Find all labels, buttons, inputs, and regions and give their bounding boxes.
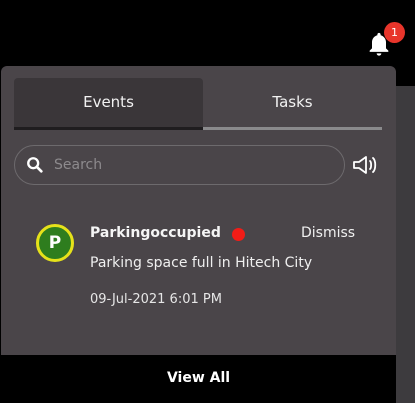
tab-tasks-indicator (203, 127, 382, 130)
top-bar (0, 0, 415, 66)
speaker-icon[interactable] (351, 153, 379, 177)
view-all-button[interactable]: View All (1, 355, 396, 403)
event-description: Parking space full in Hitech City (90, 255, 313, 271)
event-timestamp: 09-Jul-2021 6:01 PM (90, 292, 222, 307)
search-icon (27, 157, 43, 173)
tab-events-indicator (14, 127, 203, 130)
event-title: Parkingoccupied (90, 225, 221, 241)
tab-bar: Events Tasks (14, 78, 382, 130)
dismiss-button[interactable]: Dismiss (301, 225, 355, 241)
parking-avatar-icon: P (36, 224, 74, 262)
search-box (14, 145, 345, 185)
event-status-dot (232, 228, 245, 241)
background-strip (396, 86, 415, 403)
notifications-panel: Events Tasks P Parkingoccupied Dismiss P… (1, 66, 396, 403)
search-input[interactable] (54, 154, 334, 176)
notification-count-badge: 1 (384, 22, 405, 43)
tab-events[interactable]: Events (14, 78, 203, 128)
tab-tasks[interactable]: Tasks (203, 78, 382, 128)
